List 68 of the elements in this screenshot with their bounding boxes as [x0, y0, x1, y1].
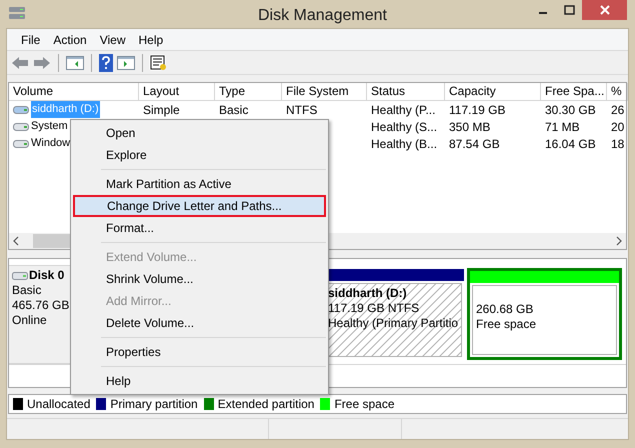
menu-item[interactable]: File [15, 28, 46, 50]
minimize-icon [539, 12, 547, 14]
partition-size: 260.68 GB [476, 302, 534, 317]
legend-label: Primary partition [110, 396, 198, 413]
disk-icon [8, 5, 26, 21]
menu-item: Add Mirror... [105, 293, 172, 310]
disk-type: Basic [12, 283, 42, 298]
table-cell-text: 30.30 GB [545, 102, 596, 118]
column-header[interactable]: % [607, 83, 628, 101]
legend-label: Unallocated [27, 396, 90, 413]
menu-item[interactable]: Delete Volume... [73, 312, 326, 334]
column-header[interactable]: Capacity [445, 83, 541, 101]
column-header[interactable]: File System [282, 83, 367, 101]
drive-icon [13, 122, 29, 132]
menu-item: Extend Volume... [105, 249, 198, 266]
table-cell-text: NTFS [286, 102, 318, 118]
menu-item[interactable]: Change Drive Letter and Paths... [73, 195, 326, 217]
disk-size: 465.76 GB [12, 298, 70, 313]
drive-icon [13, 104, 29, 114]
properties-icon[interactable] [150, 54, 168, 70]
table-cell-text: 87.54 GB [449, 136, 500, 152]
table-cell-text: Healthy (S... [371, 118, 438, 136]
table-cell-text: 350 MB [449, 118, 490, 136]
column-header[interactable]: Type [215, 83, 282, 101]
menu-item[interactable]: Explore [73, 144, 326, 166]
menu-item[interactable]: Format... [73, 217, 326, 239]
action-pane-icon[interactable] [117, 56, 135, 70]
table-cell-text: Simple [143, 102, 180, 118]
menu-item[interactable]: Action [47, 28, 93, 50]
maximize-icon [564, 5, 574, 15]
window-title: Disk Management [258, 6, 387, 26]
disk-status: Online [12, 313, 48, 328]
table-cell-text: 117.19 GB [449, 102, 506, 118]
menu-item[interactable]: Properties [73, 341, 326, 363]
partition-size: 117.19 GB NTFS [328, 301, 420, 316]
partition-block[interactable]: 260.68 GB Free space [467, 268, 622, 360]
menu-item[interactable]: Open [73, 122, 326, 144]
table-cell-text: Healthy (B... [371, 136, 438, 152]
table-cell-text: Healthy (P... [371, 102, 436, 118]
partition-status: Free space [476, 317, 538, 332]
partition-status: Healthy (Primary Partitio [328, 316, 460, 331]
close-button[interactable] [582, 0, 627, 20]
column-header[interactable]: Free Spa... [541, 83, 607, 101]
table-cell-text: 20 [611, 118, 624, 136]
close-icon [600, 5, 610, 15]
menu-item[interactable]: Help [132, 28, 170, 50]
table-cell-text: 71 MB [545, 118, 580, 136]
volume-name[interactable]: Window [31, 135, 70, 152]
drive-icon [13, 138, 29, 148]
table-cell-text: 16.04 GB [545, 136, 596, 152]
menu-item[interactable]: View [94, 28, 132, 50]
menu-item[interactable]: Help [73, 370, 326, 392]
menu-item[interactable]: Mark Partition as Active [73, 173, 326, 195]
table-cell-text: 26 [611, 102, 624, 118]
menu-item[interactable]: Shrink Volume... [73, 268, 326, 290]
table-cell-text: 18 [611, 136, 624, 152]
volume-name[interactable]: System [31, 118, 68, 135]
forward-arrow-icon[interactable] [33, 56, 51, 70]
disk-name: Disk 0 [29, 268, 64, 283]
help-icon[interactable] [99, 54, 113, 72]
column-header[interactable]: Status [367, 83, 445, 101]
legend-label: Extended partition [218, 396, 314, 413]
table-cell-text: Basic [219, 102, 248, 118]
back-arrow-icon[interactable] [11, 56, 29, 70]
column-header[interactable]: Layout [139, 83, 215, 101]
partition-label: siddharth (D:) [328, 286, 408, 301]
legend-label: Free space [334, 396, 394, 413]
console-tree-icon[interactable] [66, 56, 84, 70]
